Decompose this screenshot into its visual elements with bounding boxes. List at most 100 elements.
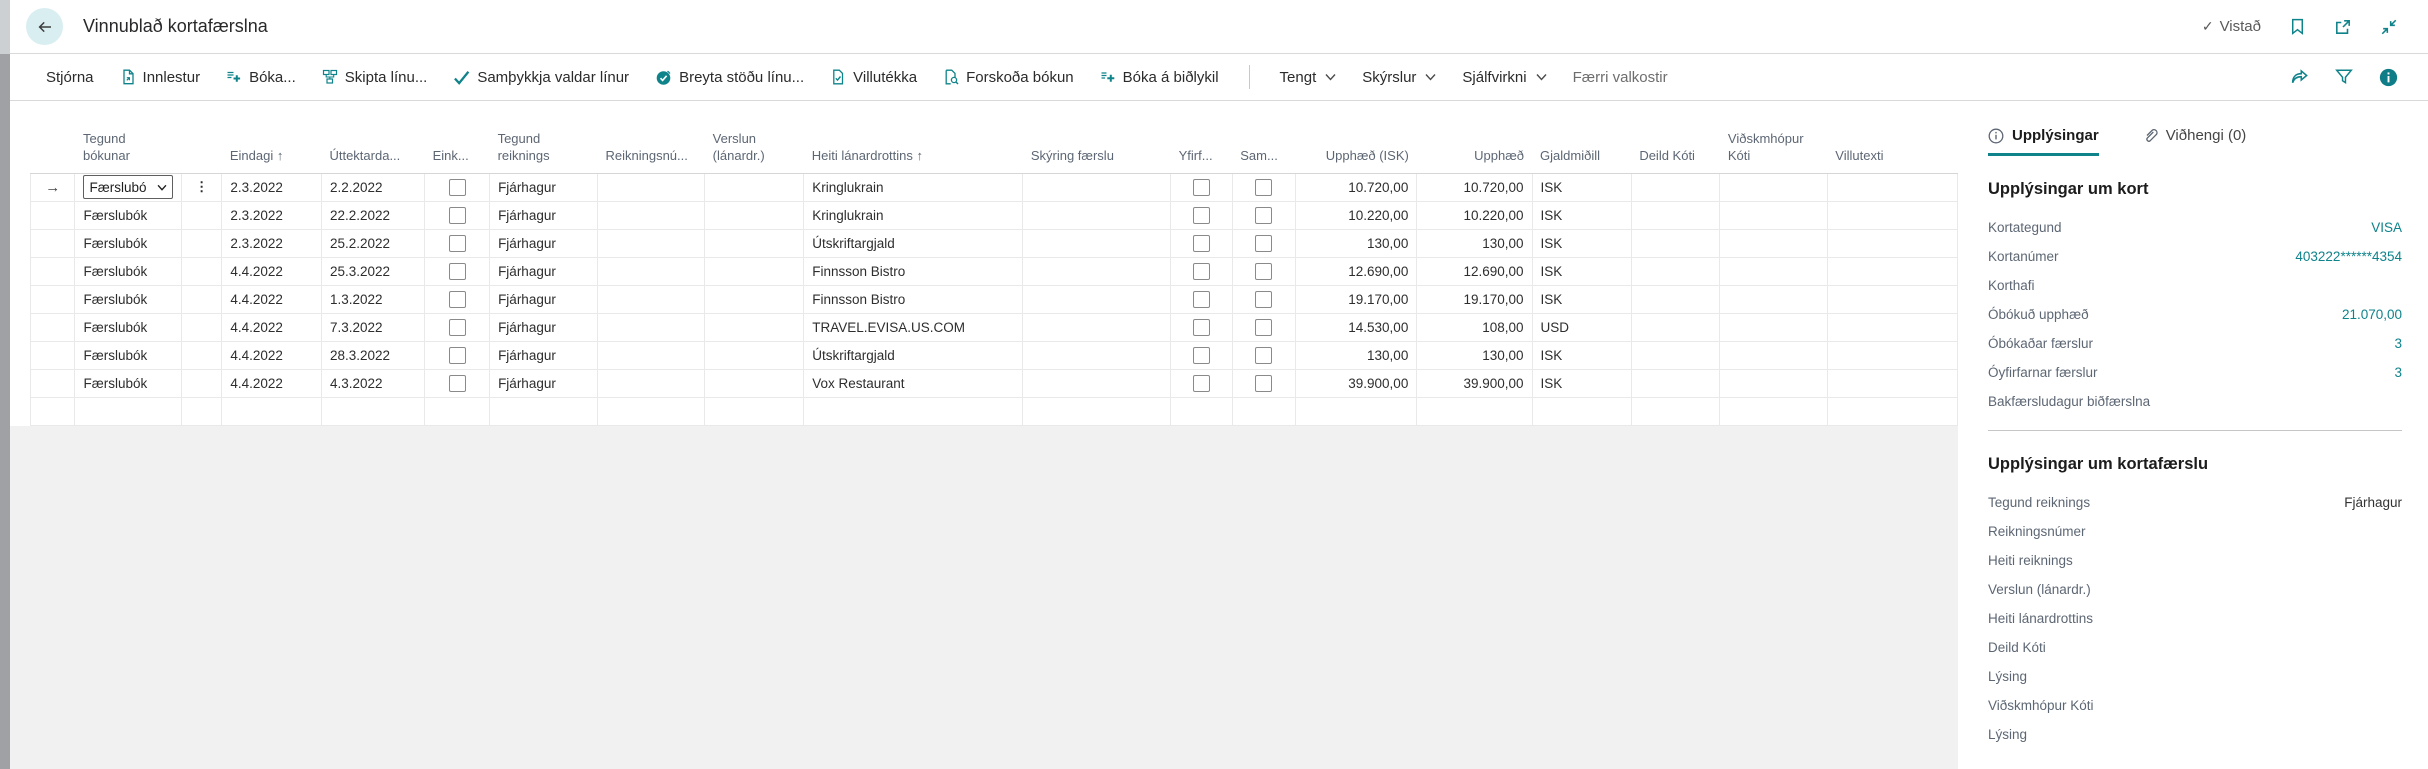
checkbox-eink[interactable] — [449, 291, 466, 308]
grid-cell[interactable] — [597, 397, 704, 425]
toolbar-item-tengt[interactable]: Tengt — [1280, 69, 1337, 86]
checkbox-sam[interactable] — [1255, 207, 1272, 224]
col-sam[interactable]: Sam... — [1232, 101, 1295, 173]
grid-cell-reikn_tegund[interactable]: Fjárhagur — [490, 173, 598, 201]
grid-cell[interactable] — [1023, 397, 1171, 425]
grid-cell-isk[interactable]: 19.170,00 — [1295, 285, 1417, 313]
grid-cell-isk[interactable]: 130,00 — [1295, 341, 1417, 369]
grid-cell-reiknnr[interactable] — [597, 285, 704, 313]
grid-cell[interactable] — [181, 369, 222, 397]
grid-cell[interactable] — [181, 397, 222, 425]
grid-cell-upphaed[interactable]: 130,00 — [1417, 341, 1532, 369]
checkbox-yfirf[interactable] — [1193, 319, 1210, 336]
grid-cell-skyring[interactable] — [1023, 313, 1171, 341]
back-button[interactable] — [26, 8, 63, 45]
grid-cell[interactable] — [1827, 397, 1957, 425]
grid-cell[interactable] — [181, 229, 222, 257]
grid-cell[interactable] — [490, 397, 598, 425]
field-value[interactable]: 21.070,00 — [2342, 307, 2402, 322]
grid-cell[interactable] — [1720, 397, 1827, 425]
grid-cell-villutexti[interactable] — [1827, 369, 1957, 397]
col-yfirf[interactable]: Yfirf... — [1171, 101, 1233, 173]
field-value[interactable]: 403222******4354 — [2295, 249, 2402, 264]
grid-cell-heiti[interactable]: Kringlukrain — [804, 173, 1023, 201]
grid-cell-heiti[interactable]: Kringlukrain — [804, 201, 1023, 229]
grid-cell-heiti[interactable]: Vox Restaurant — [804, 369, 1023, 397]
grid-cell-vidskm[interactable] — [1720, 173, 1827, 201]
grid-cell-gjald[interactable]: USD — [1532, 313, 1631, 341]
grid-cell-heiti[interactable]: Útskriftargjald — [804, 229, 1023, 257]
grid-cell-isk[interactable]: 39.900,00 — [1295, 369, 1417, 397]
row-more-options-button[interactable]: ⋮ — [181, 173, 222, 201]
row-marker-cell[interactable]: → — [31, 173, 75, 201]
grid-cell-uttekt[interactable]: 28.3.2022 — [321, 341, 424, 369]
filter-icon[interactable] — [2335, 68, 2353, 86]
grid-cell-isk[interactable]: 10.220,00 — [1295, 201, 1417, 229]
checkbox-yfirf[interactable] — [1193, 291, 1210, 308]
checkbox-sam[interactable] — [1255, 347, 1272, 364]
col-villutexti[interactable]: Villutexti — [1827, 101, 1957, 173]
checkbox-sam[interactable] — [1255, 375, 1272, 392]
col-vidskmhopur-koti[interactable]: Viðskmhópur Kóti — [1720, 101, 1827, 173]
grid-cell-upphaed[interactable]: 39.900,00 — [1417, 369, 1532, 397]
grid-cell-isk[interactable]: 14.530,00 — [1295, 313, 1417, 341]
grid-cell-reiknnr[interactable] — [597, 173, 704, 201]
row-marker-cell[interactable] — [31, 229, 75, 257]
checkbox-yfirf[interactable] — [1193, 235, 1210, 252]
grid-cell-uttekt[interactable]: 22.2.2022 — [321, 201, 424, 229]
grid-cell-tegund[interactable]: Færslubók — [75, 201, 181, 229]
grid-cell-vidskm[interactable] — [1720, 313, 1827, 341]
col-reikningsnumer[interactable]: Reikningsnú... — [597, 101, 704, 173]
grid-cell-tegund[interactable]: Færslubók — [75, 257, 181, 285]
grid-cell-eindagi[interactable]: 4.4.2022 — [222, 369, 322, 397]
grid-cell-tegund[interactable]: Færslubók — [75, 341, 181, 369]
collapse-icon[interactable] — [2380, 18, 2398, 36]
grid-cell-deild[interactable] — [1631, 257, 1720, 285]
grid-cell[interactable] — [1417, 397, 1532, 425]
grid-cell-villutexti[interactable] — [1827, 201, 1957, 229]
grid-cell-verslun[interactable] — [705, 257, 804, 285]
toolbar-item-skipta-linu[interactable]: Skipta línu... — [322, 69, 428, 86]
grid-cell[interactable] — [321, 397, 424, 425]
checkbox-sam[interactable] — [1255, 263, 1272, 280]
col-gjaldmidill[interactable]: Gjaldmiðill — [1532, 101, 1631, 173]
grid-cell-heiti[interactable]: TRAVEL.EVISA.US.COM — [804, 313, 1023, 341]
grid-cell-villutexti[interactable] — [1827, 285, 1957, 313]
grid-cell-tegund[interactable]: Færslubók — [75, 369, 181, 397]
bookmark-icon[interactable] — [2289, 18, 2306, 35]
grid-cell-uttekt[interactable]: 25.3.2022 — [321, 257, 424, 285]
grid-cell-heiti[interactable]: Finnsson Bistro — [804, 285, 1023, 313]
grid-cell-verslun[interactable] — [705, 201, 804, 229]
grid-cell[interactable] — [1232, 397, 1295, 425]
col-upphaed[interactable]: Upphæð — [1417, 101, 1532, 173]
grid-cell-tegund[interactable]: Færslubók — [75, 229, 181, 257]
grid-cell-uttekt[interactable]: 2.2.2022 — [321, 173, 424, 201]
grid-cell-deild[interactable] — [1631, 341, 1720, 369]
checkbox-yfirf[interactable] — [1193, 207, 1210, 224]
checkbox-eink[interactable] — [449, 347, 466, 364]
col-deild-koti[interactable]: Deild Kóti — [1631, 101, 1720, 173]
grid-cell-reiknnr[interactable] — [597, 341, 704, 369]
grid-cell-eindagi[interactable]: 2.3.2022 — [222, 201, 322, 229]
grid-cell-deild[interactable] — [1631, 285, 1720, 313]
grid-cell-verslun[interactable] — [705, 341, 804, 369]
grid-cell-uttekt[interactable]: 4.3.2022 — [321, 369, 424, 397]
grid-cell-reikn_tegund[interactable]: Fjárhagur — [490, 285, 598, 313]
row-marker-cell[interactable] — [31, 369, 75, 397]
grid-cell[interactable] — [1295, 397, 1417, 425]
grid-cell-villutexti[interactable] — [1827, 257, 1957, 285]
grid-cell-heiti[interactable]: Finnsson Bistro — [804, 257, 1023, 285]
grid-cell-gjald[interactable]: ISK — [1532, 201, 1631, 229]
grid-cell-skyring[interactable] — [1023, 341, 1171, 369]
grid-cell-reiknnr[interactable] — [597, 313, 704, 341]
grid-cell-tegund[interactable]: Færslubók — [75, 285, 181, 313]
toolbar-item-boka-a-bidlykil[interactable]: Bóka á biðlykil — [1100, 69, 1219, 86]
grid-cell-eindagi[interactable]: 2.3.2022 — [222, 229, 322, 257]
grid-cell-upphaed[interactable]: 12.690,00 — [1417, 257, 1532, 285]
grid-cell-verslun[interactable] — [705, 285, 804, 313]
row-marker-cell[interactable] — [31, 257, 75, 285]
grid-cell-verslun[interactable] — [705, 229, 804, 257]
grid-cell-vidskm[interactable] — [1720, 369, 1827, 397]
tab-upplysingar[interactable]: Upplýsingar — [1988, 127, 2099, 156]
row-marker-cell[interactable] — [31, 285, 75, 313]
